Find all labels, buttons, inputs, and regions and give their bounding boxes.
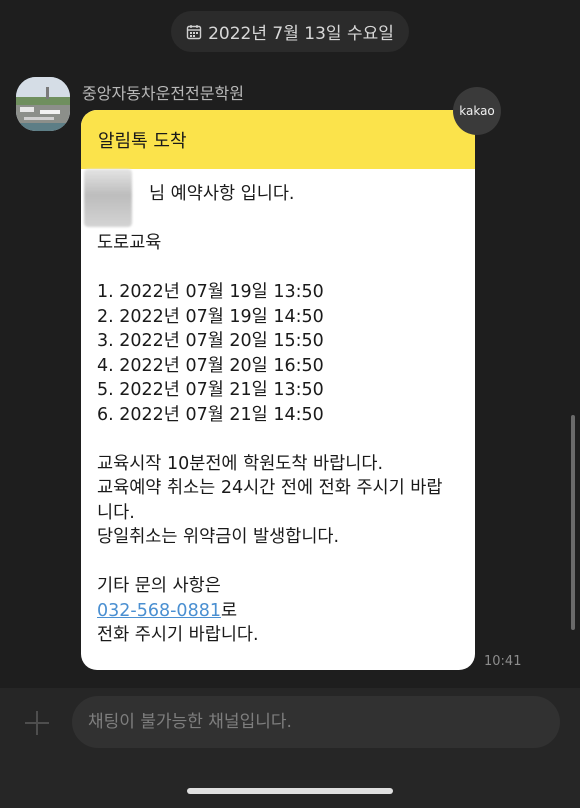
closing-line: 전화 주시기 바랍니다. — [97, 625, 259, 645]
redacted-name — [84, 169, 132, 227]
schedule-item: 2. 2022년 07월 19일 14:50 — [97, 306, 324, 327]
greeting-line: 님 예약사항 입니다. — [149, 184, 295, 204]
notice-line: 교육예약 취소는 24시간 전에 전화 주시기 바랍 — [97, 478, 443, 498]
schedule-item: 3. 2022년 07월 20일 15:50 — [97, 331, 324, 351]
phone-suffix: 로 — [220, 600, 238, 621]
home-indicator — [187, 788, 393, 794]
message-time: 10:41 — [484, 654, 522, 669]
kakao-badge: kakao — [453, 87, 501, 135]
schedule-item: 6. 2022년 07월 21일 14:50 — [97, 404, 324, 425]
date-label: 2022년 7월 13일 수요일 — [208, 24, 394, 44]
scrollbar[interactable] — [571, 415, 575, 630]
date-divider: 2022년 7월 13일 수요일 — [171, 11, 409, 52]
notice-line: 당일취소는 위약금이 발생합니다. — [97, 527, 340, 547]
calendar-icon — [186, 24, 202, 40]
sender-avatar[interactable] — [16, 77, 70, 131]
phone-link[interactable]: 032-568-0881 — [97, 601, 221, 621]
section-title: 도로교육 — [97, 233, 162, 253]
schedule-item: 1. 2022년 07월 19일 13:50 — [97, 282, 324, 302]
schedule-item: 5. 2022년 07월 21일 13:50 — [97, 380, 324, 400]
chat-input[interactable] — [72, 696, 560, 748]
phone-line: 032-568-0881로 — [97, 599, 458, 624]
notice-line: 니다. — [97, 502, 135, 523]
chat-area: 2022년 7월 13일 수요일 중앙자동차운전전문학원 kakao 알림톡 도… — [0, 0, 580, 688]
alimtalk-message-bubble: 알림톡 도착 님 예약사항 입니다. 도로교육 1. 2022년 07월 19일… — [81, 110, 475, 670]
message-body: 님 예약사항 입니다. 도로교육 1. 2022년 07월 19일 13:50 … — [81, 169, 475, 648]
inquiry-line: 기타 문의 사항은 — [97, 576, 221, 596]
message-title: 알림톡 도착 — [81, 110, 475, 169]
notice-line: 교육시작 10분전에 학원도착 바랍니다. — [97, 453, 384, 474]
plus-icon[interactable] — [22, 708, 52, 738]
sender-name: 중앙자동차운전전문학원 — [82, 84, 244, 103]
schedule-item: 4. 2022년 07월 20일 16:50 — [97, 355, 324, 376]
